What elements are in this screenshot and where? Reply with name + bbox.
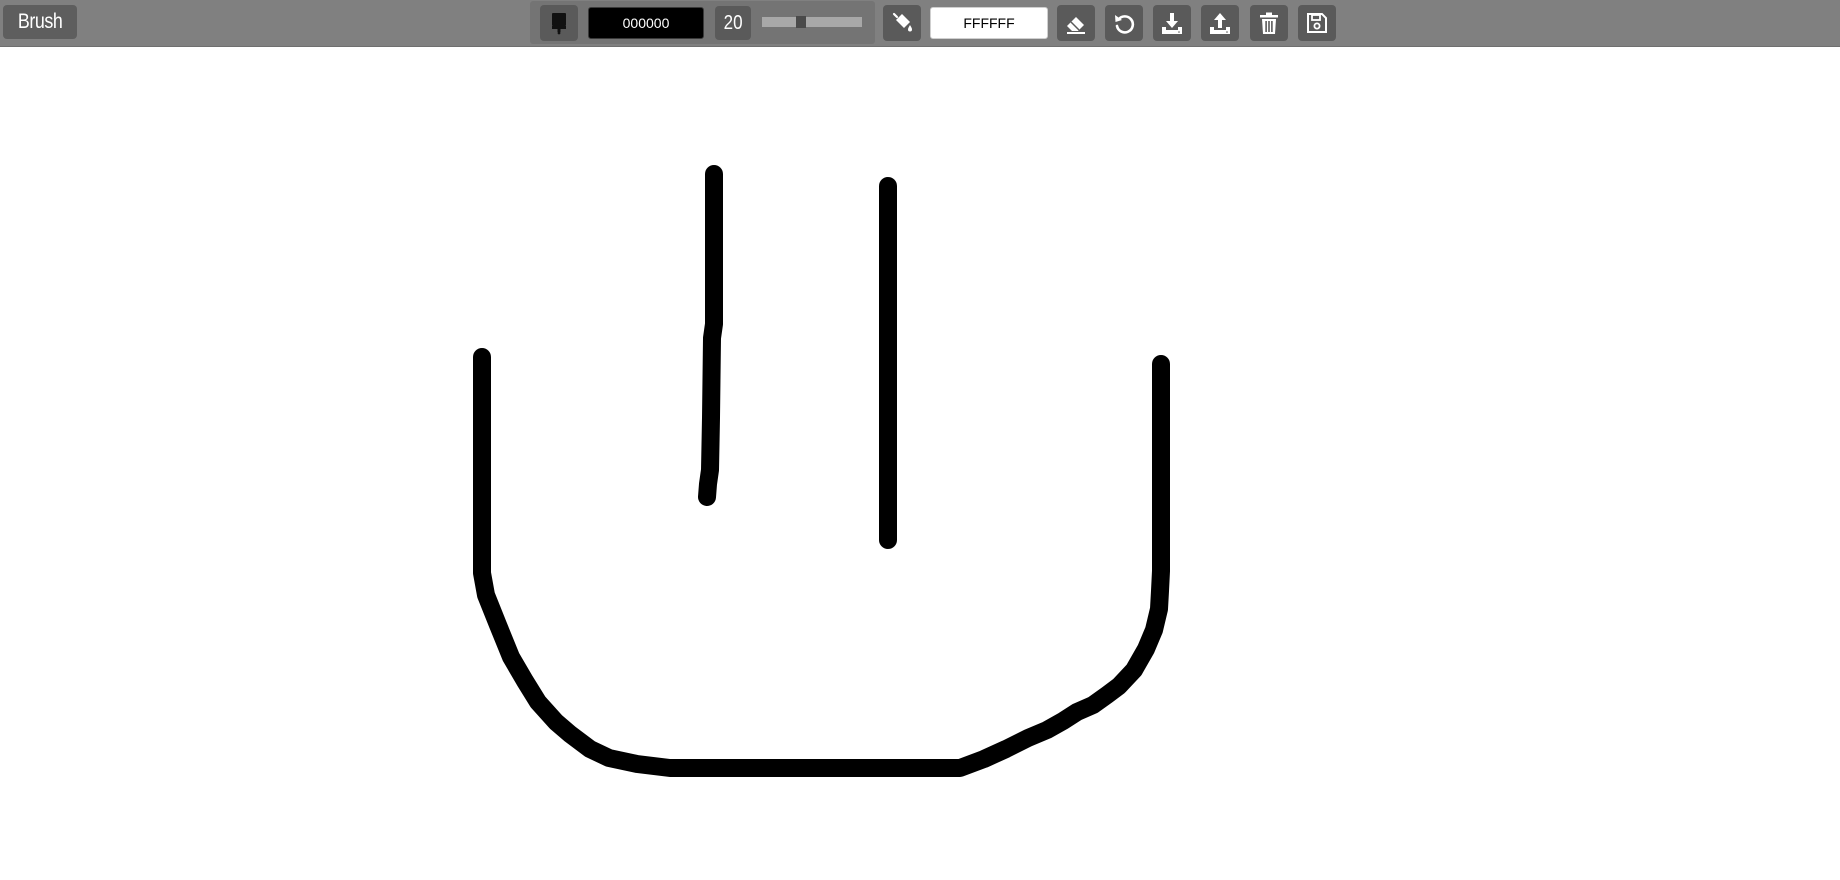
brush-icon: [552, 13, 566, 35]
brush-stroke: [473, 348, 1170, 777]
upload-button[interactable]: [1201, 5, 1239, 41]
trash-icon: [1260, 12, 1278, 34]
toolbar: Brush 20: [0, 0, 1840, 47]
slider-thumb[interactable]: [796, 16, 806, 28]
brush-stroke: [698, 165, 723, 506]
tool-name-label: Brush: [17, 10, 63, 33]
brush-color-input[interactable]: [588, 7, 704, 39]
tool-name-button[interactable]: Brush: [3, 5, 77, 39]
eraser-button[interactable]: [1057, 5, 1095, 41]
drawing-canvas[interactable]: [0, 47, 1840, 875]
save-button[interactable]: [1298, 5, 1336, 41]
eraser-icon: [1067, 17, 1085, 34]
paint-bucket-icon: [892, 12, 912, 32]
floppy-disk-icon: [1307, 13, 1327, 33]
fill-button[interactable]: [883, 5, 921, 41]
clear-canvas-button[interactable]: [1250, 5, 1288, 41]
undo-icon: [1115, 15, 1135, 34]
upload-icon: [1210, 13, 1230, 34]
undo-button[interactable]: [1105, 5, 1143, 41]
brush-button[interactable]: [540, 5, 578, 41]
brush-size-slider[interactable]: [762, 16, 862, 28]
drawing-surface[interactable]: [0, 47, 1840, 875]
fill-color-input[interactable]: [930, 7, 1048, 39]
download-button[interactable]: [1153, 5, 1191, 41]
download-icon: [1162, 13, 1182, 34]
brush-size-label: 20: [723, 12, 743, 34]
brush-size-value[interactable]: 20: [715, 6, 751, 40]
